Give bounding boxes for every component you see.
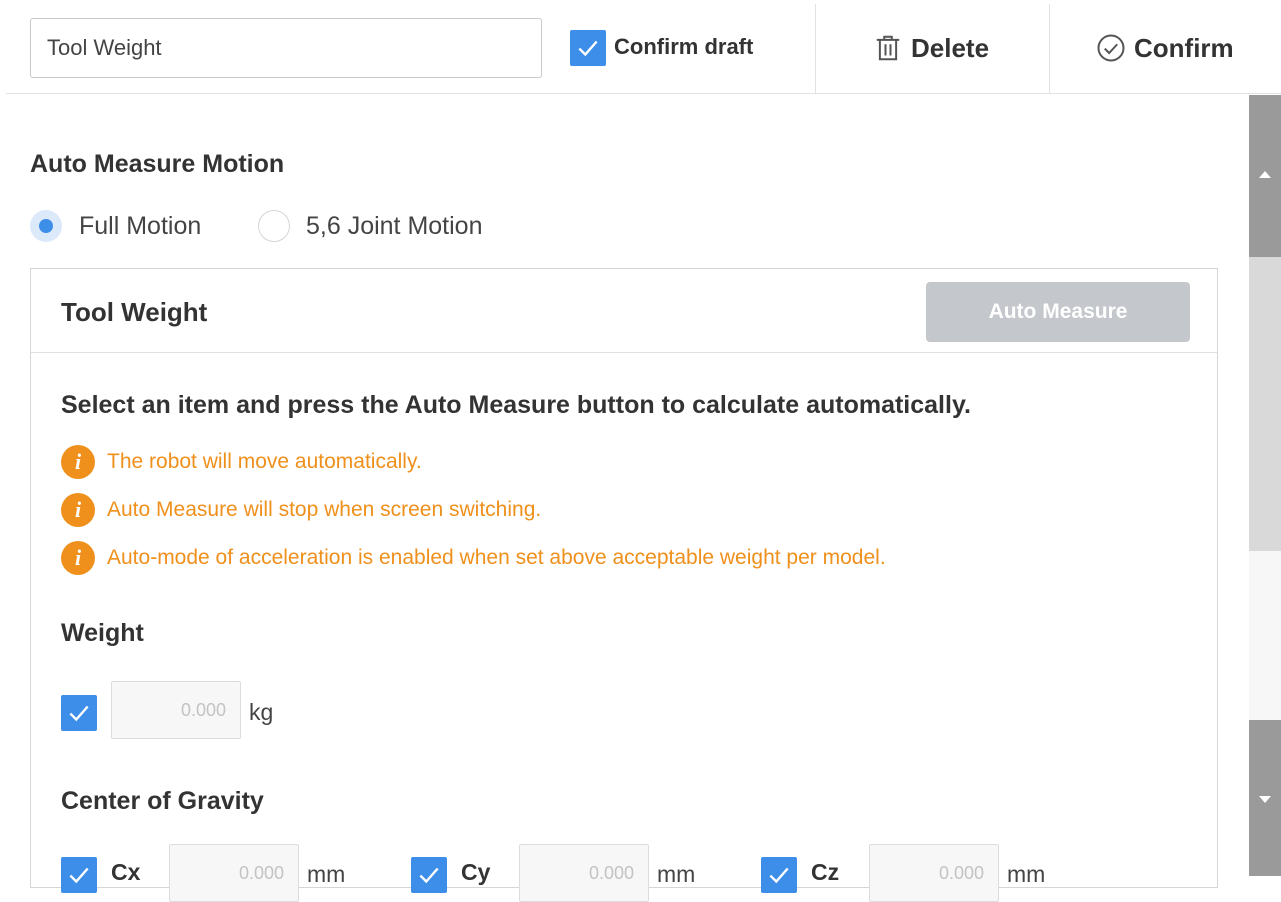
warning-item: i Auto Measure will stop when screen swi… [61,493,541,527]
joint-motion-label[interactable]: 5,6 Joint Motion [306,212,483,241]
check-circle-icon [1097,34,1125,62]
cx-label: Cx [111,859,141,885]
cy-checkbox[interactable] [411,857,447,893]
info-icon: i [61,445,95,479]
divider [6,93,1281,94]
scroll-up-button[interactable] [1249,95,1281,257]
auto-measure-motion-title: Auto Measure Motion [30,150,285,178]
weight-unit: kg [249,699,274,725]
instruction-text: Select an item and press the Auto Measur… [61,391,971,419]
arrow-up-icon [1259,171,1271,178]
warning-item: i The robot will move automatically. [61,445,422,479]
checkmark-icon [419,867,439,884]
warning-text: Auto-mode of acceleration is enabled whe… [107,546,886,569]
weight-title: Weight [61,619,144,647]
tool-weight-panel: Tool Weight Auto Measure Select an item … [30,268,1218,902]
warning-text: The robot will move automatically. [107,450,422,473]
warning-item: i Auto-mode of acceleration is enabled w… [61,541,886,575]
cy-unit: mm [657,861,696,887]
cz-checkbox[interactable] [761,857,797,893]
cy-input[interactable]: 0.000 [519,844,649,902]
weight-checkbox[interactable] [61,695,97,731]
warning-text: Auto Measure will stop when screen switc… [107,498,542,521]
delete-button[interactable]: Delete [873,26,989,70]
scrollbar-thumb[interactable] [1249,257,1281,551]
confirm-draft-label: Confirm draft [614,34,754,59]
divider [31,352,1217,353]
auto-measure-button[interactable]: Auto Measure [926,282,1190,342]
cx-input[interactable]: 0.000 [169,844,299,902]
joint-motion-radio[interactable] [258,210,290,242]
tool-name-input[interactable] [30,18,542,78]
weight-input[interactable]: 0.000 [111,681,241,739]
checkmark-icon [69,705,89,722]
cz-label: Cz [811,859,840,885]
delete-label: Delete [911,32,990,63]
cx-unit: mm [307,861,346,887]
full-motion-radio[interactable] [30,210,62,242]
divider [1049,4,1050,94]
top-toolbar: Confirm draft Delete Confirm [0,0,1281,95]
confirm-button[interactable]: Confirm [1096,26,1234,70]
scroll-down-button[interactable] [1249,720,1281,876]
checkmark-icon [578,40,598,57]
info-icon: i [61,493,95,527]
full-motion-label[interactable]: Full Motion [79,212,201,241]
trash-icon [876,35,900,61]
checkmark-icon [69,867,89,884]
cy-label: Cy [461,859,491,885]
cz-input[interactable]: 0.000 [869,844,999,902]
arrow-down-icon [1259,796,1271,803]
cz-unit: mm [1007,861,1046,887]
checkmark-icon [769,867,789,884]
divider [815,4,816,94]
cx-checkbox[interactable] [61,857,97,893]
confirm-draft-checkbox[interactable] [570,30,606,66]
info-icon: i [61,541,95,575]
center-of-gravity-title: Center of Gravity [61,787,264,815]
confirm-label: Confirm [1134,32,1234,63]
panel-title: Tool Weight [61,297,208,327]
